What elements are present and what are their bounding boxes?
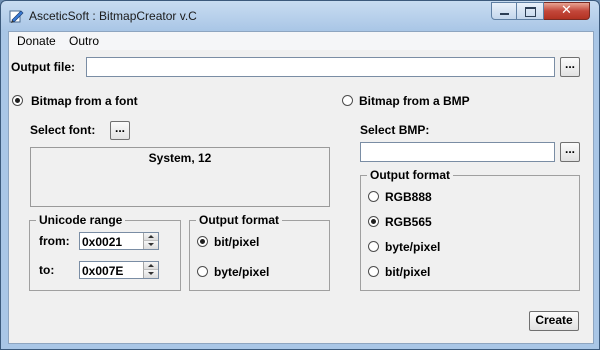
- close-icon: ✕: [561, 3, 572, 18]
- output-file-browse-button[interactable]: ...: [560, 57, 580, 77]
- client-area: Donate Outro Output file: ... Bitmap fro…: [8, 31, 594, 344]
- font-format-byte-label[interactable]: byte/pixel: [214, 265, 269, 279]
- font-format-bit-radio[interactable]: [197, 236, 208, 247]
- output-file-input[interactable]: [86, 57, 555, 77]
- font-preview-text: System, 12: [148, 151, 212, 165]
- font-output-format-group: Output format bit/pixel byte/pixel: [189, 213, 330, 291]
- title-bar[interactable]: AsceticSoft : BitmapCreator v.C ✕: [1, 1, 599, 31]
- range-to-spin-buttons: [143, 262, 158, 278]
- bmp-output-format-group: Output format RGB888 RGB565 byte/pixel b…: [360, 168, 580, 291]
- bmp-format-rgb888-radio[interactable]: [368, 191, 379, 202]
- font-mode-label[interactable]: Bitmap from a font: [31, 94, 138, 108]
- font-format-bit-label[interactable]: bit/pixel: [214, 235, 259, 249]
- range-from-spin-buttons: [143, 233, 158, 249]
- range-from-up-icon[interactable]: [143, 233, 158, 241]
- minimize-button[interactable]: [491, 2, 517, 20]
- bmp-format-byte-label[interactable]: byte/pixel: [385, 240, 440, 254]
- output-file-label: Output file:: [11, 60, 75, 74]
- range-from-down-icon[interactable]: [143, 241, 158, 249]
- font-preview: System, 12: [30, 147, 330, 207]
- bmp-format-byte-radio[interactable]: [368, 241, 379, 252]
- menu-outro[interactable]: Outro: [69, 34, 99, 48]
- bmp-output-format-title: Output format: [367, 168, 453, 182]
- bmp-format-bit-label[interactable]: bit/pixel: [385, 265, 430, 279]
- range-from-label: from:: [39, 234, 70, 248]
- range-to-value: 0x007E: [82, 264, 124, 278]
- menu-bar: Donate Outro: [9, 32, 593, 50]
- range-to-spinner[interactable]: 0x007E: [79, 261, 159, 279]
- maximize-button[interactable]: [517, 2, 544, 20]
- bmp-mode-label[interactable]: Bitmap from a BMP: [359, 94, 470, 108]
- unicode-range-group: Unicode range from: 0x0021 to: 0x007E: [29, 213, 181, 291]
- font-output-format-title: Output format: [196, 213, 282, 227]
- app-icon: [9, 10, 24, 23]
- bmp-format-rgb565-radio[interactable]: [368, 216, 379, 227]
- window-title: AsceticSoft : BitmapCreator v.C: [29, 9, 197, 23]
- range-to-up-icon[interactable]: [143, 262, 158, 270]
- select-bmp-label: Select BMP:: [360, 123, 430, 137]
- bmp-browse-button[interactable]: ...: [560, 142, 580, 162]
- menu-donate[interactable]: Donate: [17, 34, 56, 48]
- range-to-down-icon[interactable]: [143, 270, 158, 278]
- select-font-button[interactable]: ...: [110, 121, 130, 140]
- bmp-mode-radio[interactable]: [342, 95, 353, 106]
- select-font-label: Select font:: [30, 123, 96, 137]
- bmp-format-rgb888-label[interactable]: RGB888: [385, 190, 432, 204]
- unicode-range-title: Unicode range: [36, 213, 126, 227]
- bmp-format-bit-radio[interactable]: [368, 266, 379, 277]
- bmp-path-input[interactable]: [360, 142, 555, 162]
- font-mode-radio[interactable]: [12, 95, 23, 106]
- close-button[interactable]: ✕: [544, 2, 590, 20]
- font-format-byte-radio[interactable]: [197, 266, 208, 277]
- app-window: AsceticSoft : BitmapCreator v.C ✕ Donate…: [0, 0, 600, 350]
- range-to-label: to:: [39, 263, 55, 277]
- range-from-spinner[interactable]: 0x0021: [79, 232, 159, 250]
- bmp-format-rgb565-label[interactable]: RGB565: [385, 215, 432, 229]
- range-from-value: 0x0021: [82, 235, 123, 249]
- create-button[interactable]: Create: [529, 311, 579, 331]
